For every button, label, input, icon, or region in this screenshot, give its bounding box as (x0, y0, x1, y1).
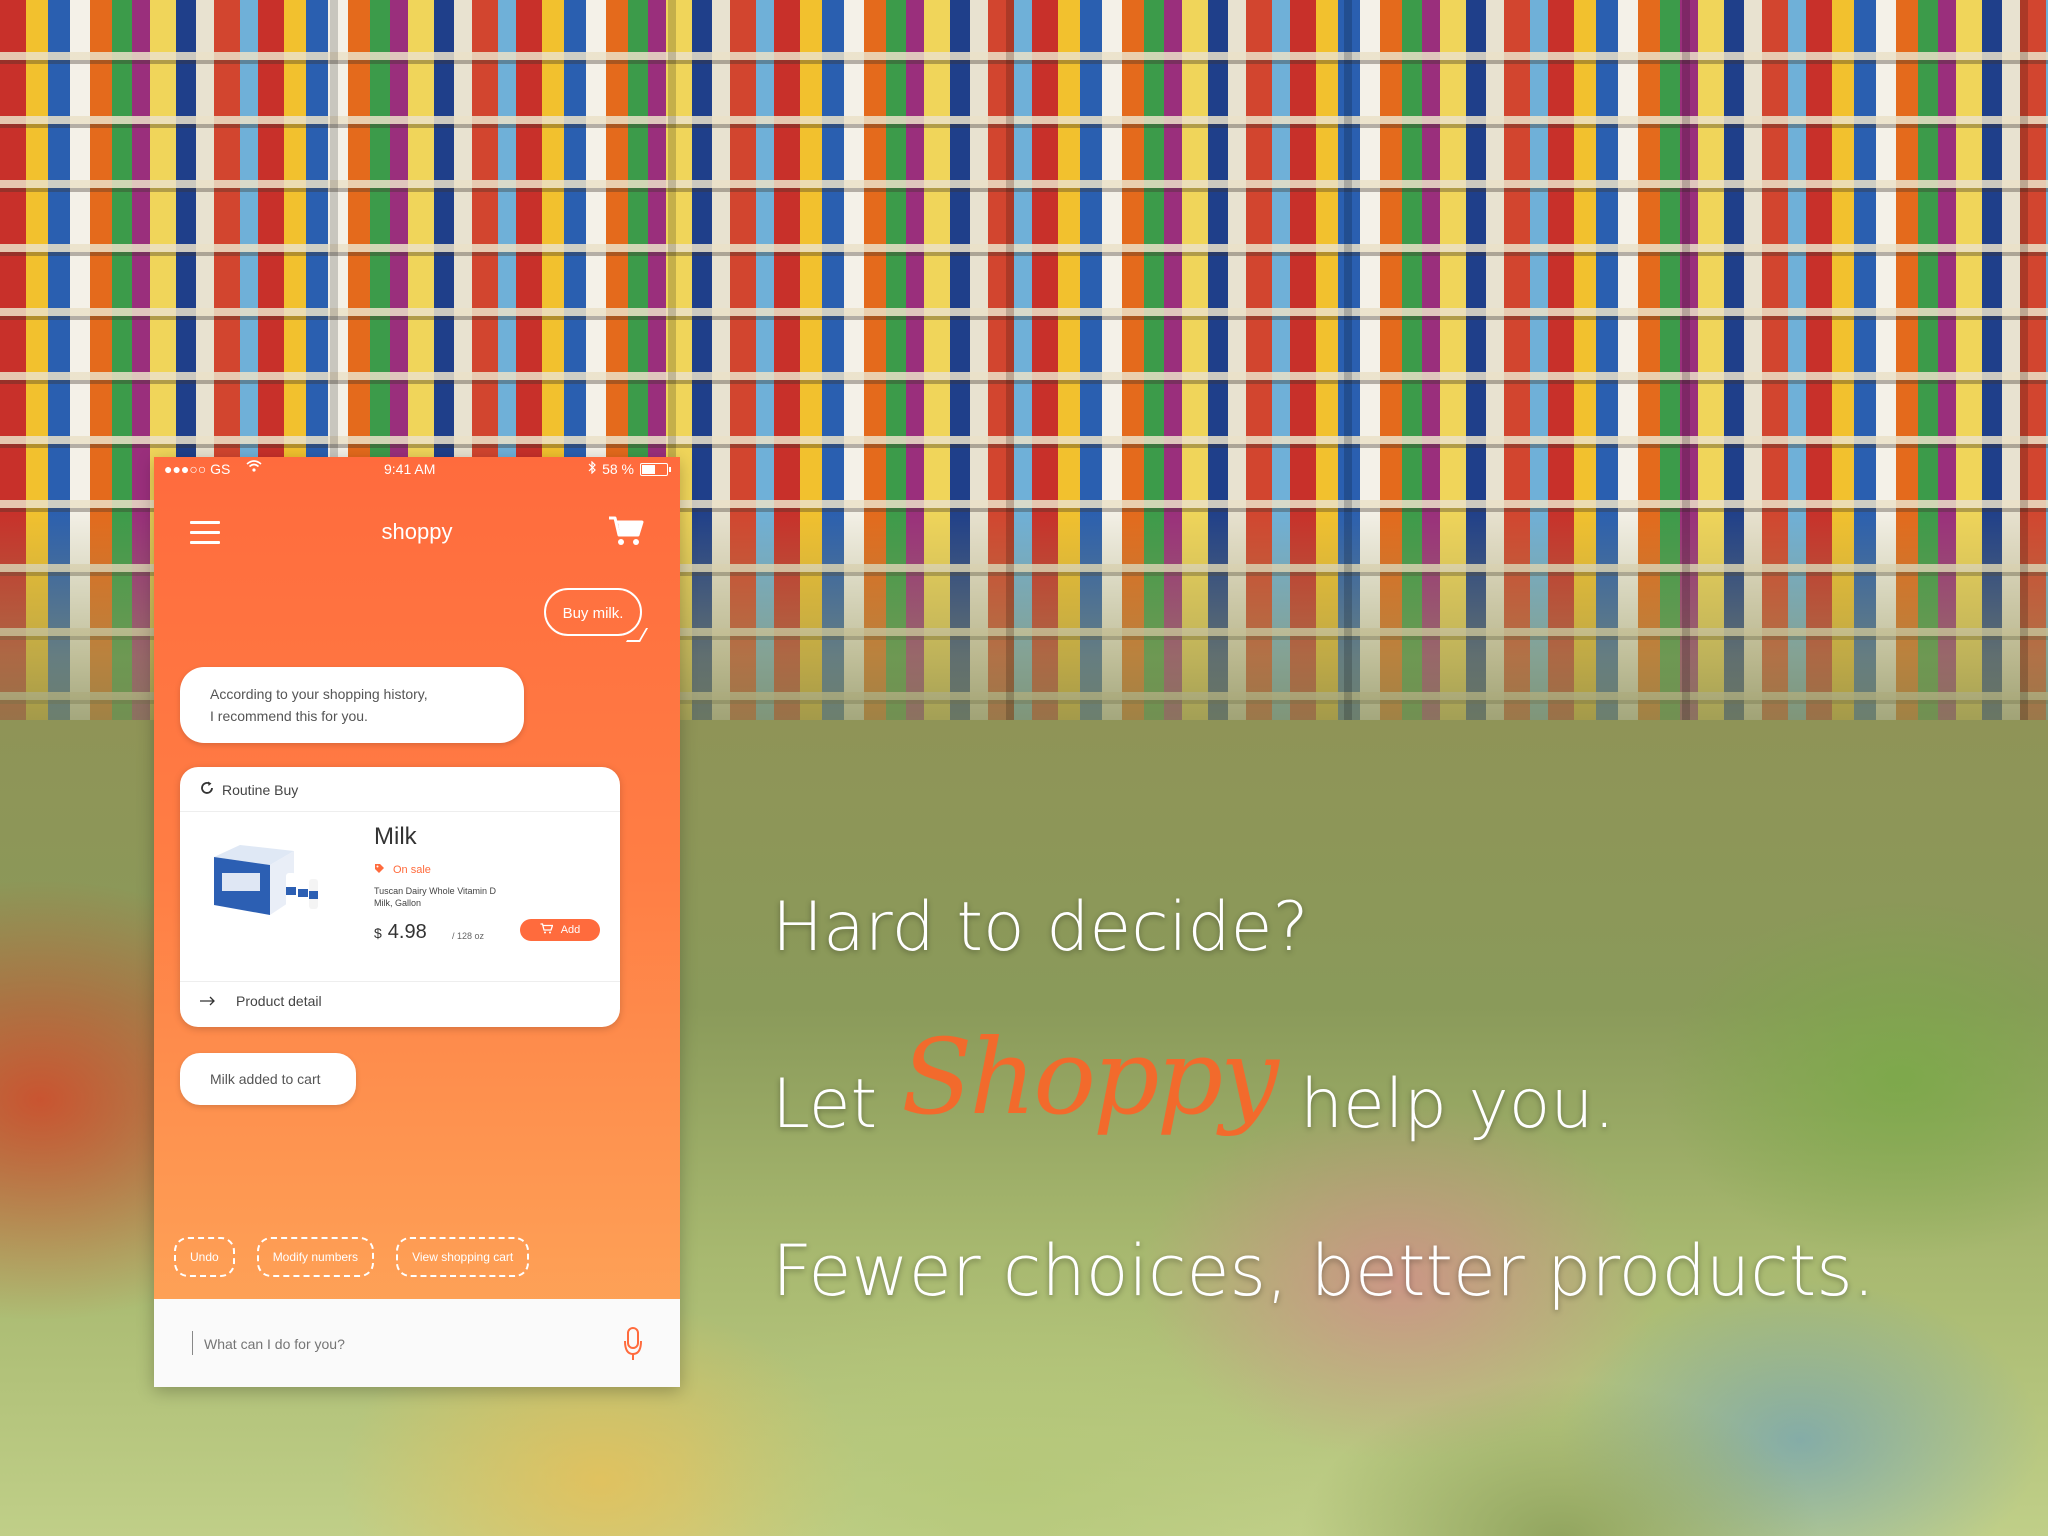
cart-icon (540, 923, 554, 937)
sale-badge: On sale (374, 863, 431, 877)
bluetooth-icon (588, 460, 596, 477)
wifi-icon (246, 459, 262, 476)
user-message-bubble: Buy milk. (544, 588, 642, 636)
nav-bar: shoppy (154, 503, 680, 563)
status-time: 9:41 AM (384, 461, 436, 477)
milk-product-image (210, 837, 320, 921)
phone-screen: ●●●○○ GS 9:41 AM 58 % shoppy Buy milk. A… (154, 457, 680, 1387)
mic-icon[interactable] (624, 1327, 642, 1361)
quick-actions: Undo Modify numbers View shopping cart (174, 1237, 530, 1277)
bot-message-bubble: According to your shopping history, I re… (180, 667, 524, 743)
arrow-right-icon (200, 993, 216, 1009)
text-cursor (192, 1331, 193, 1355)
bot-message-line-1: According to your shopping history, (210, 686, 428, 702)
view-shopping-cart-chip[interactable]: View shopping cart (396, 1237, 530, 1277)
card-divider (180, 811, 620, 812)
card-divider (180, 981, 620, 982)
message-input[interactable] (202, 1331, 566, 1357)
product-name: Milk (374, 823, 417, 850)
product-description: Tuscan Dairy Whole Vitamin D Milk, Gallo… (374, 886, 497, 908)
routine-buy-label: Routine Buy (200, 781, 298, 798)
tag-icon (374, 863, 385, 877)
input-bar (154, 1299, 680, 1387)
headline-line-3: Fewer choices, better products. (772, 1230, 1875, 1312)
headline-line-2: Let Shoppy help you. (772, 1016, 1616, 1152)
brand-logo-text: Shoppy (901, 1016, 1279, 1138)
product-card[interactable]: Routine Buy Milk On sale Tuscan Dairy Wh… (180, 767, 620, 1027)
status-right: 58 % (588, 460, 671, 477)
refresh-icon (200, 781, 214, 798)
product-price: $4.98 (374, 921, 427, 943)
product-detail-link[interactable]: Product detail (200, 993, 322, 1009)
bot-confirmation-bubble: Milk added to cart (180, 1053, 356, 1105)
modify-numbers-chip[interactable]: Modify numbers (256, 1237, 375, 1277)
status-bar: ●●●○○ GS 9:41 AM 58 % (154, 457, 680, 481)
headline-help-you: help you. (1299, 1065, 1616, 1144)
bot-message-line-2: I recommend this for you. (210, 708, 368, 724)
carrier-signal: ●●●○○ GS (164, 461, 231, 477)
cart-icon[interactable] (608, 515, 644, 547)
battery-icon (640, 462, 671, 476)
app-title: shoppy (381, 519, 453, 544)
price-unit: / 128 oz (452, 931, 485, 941)
headline-let: Let (772, 1065, 878, 1144)
undo-chip[interactable]: Undo (174, 1237, 235, 1277)
battery-percent: 58 % (602, 461, 634, 477)
headline-line-1: Hard to decide? (772, 888, 1309, 967)
add-to-cart-button[interactable]: Add (520, 919, 600, 941)
